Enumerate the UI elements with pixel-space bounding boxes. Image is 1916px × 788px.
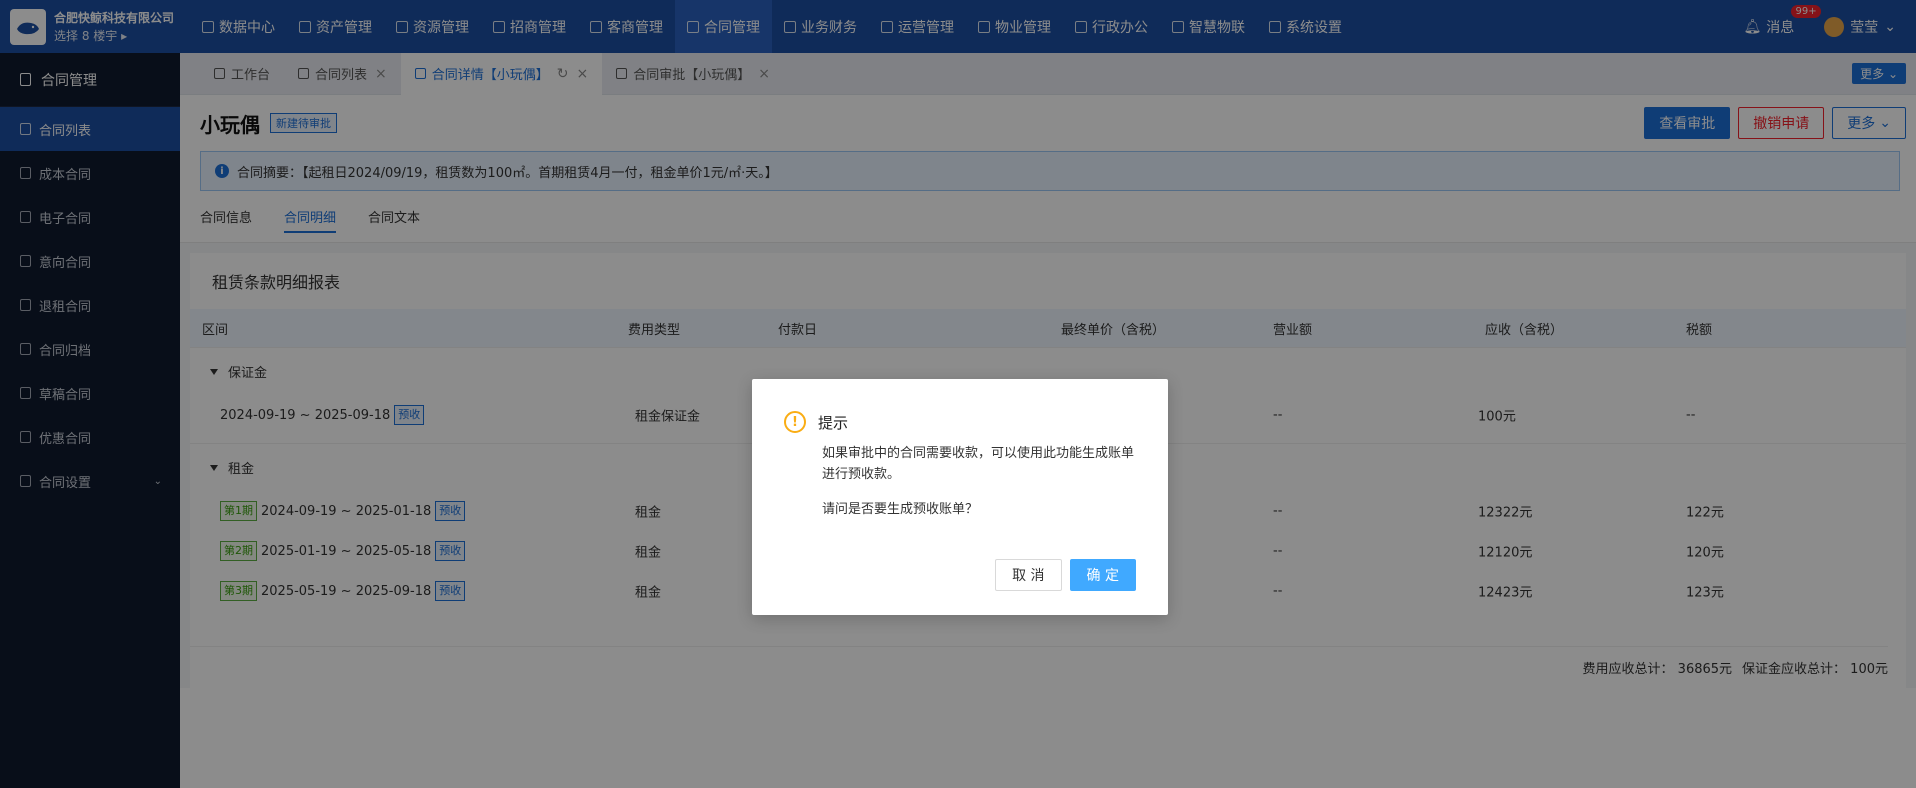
- dialog-question: 请问是否要生成预收账单？: [822, 502, 979, 517]
- warning-icon: !: [784, 411, 806, 433]
- dialog-title: 提示: [818, 413, 849, 432]
- cancel-button[interactable]: 取 消: [995, 559, 1062, 591]
- confirm-dialog: ! 提示 如果审批中的合同需要收款，可以使用此功能生成账单进行预收款。 请问是否…: [752, 379, 1168, 615]
- dialog-message: 如果审批中的合同需要收款，可以使用此功能生成账单进行预收款。: [822, 446, 1135, 482]
- confirm-button[interactable]: 确 定: [1069, 559, 1136, 591]
